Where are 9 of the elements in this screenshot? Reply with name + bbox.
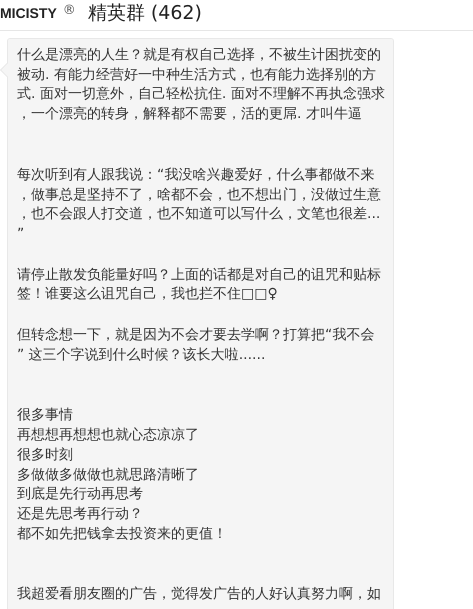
brand-name: MICISTY	[0, 4, 57, 23]
message-paragraph: 什么是漂亮的人生？就是有权自己选择，不被生计困扰变的 被动. 有能力经营好一中种生活方式，也有能力选择别的方 式. 面对一切意外，自己轻松抗住. 面对不理解不再执念强求 ，一个漂亮的转身，解释都不需要，活的更屌. 才叫牛逼	[17, 46, 386, 124]
message-paragraph: 但转念想一下，就是因为不会才要去学啊？打算把“我不会 ” 这三个字说到什么时候？该长大啦......	[17, 326, 376, 365]
message-paragraph: 我超爱看朋友圈的广告，觉得发广告的人好认真努力啊，如	[17, 585, 382, 604]
registered-mark: ®	[62, 2, 76, 20]
message-paragraph: 请停止散发负能量好吗？上面的话都是对自己的诅咒和贴标 签！谁要这么诅咒自己，我也拦不住□□♀	[17, 266, 382, 304]
message-paragraph: 很多事情 再想想再想想也就心态凉凉了 很多时刻 多做做多做做也就思路清晰了 到底是先行动再思考 还是先思考再行动？ 都不如先把钱拿去投资来的更值！	[17, 406, 228, 544]
message-paragraph: 每次听到有人跟我说：“我没啥兴趣爱好，什么事都做不来 ，做事总是坚持不了，啥都不会，也不想出门，没做过生意 ，也不会跟人打交道，也不知道可以写什么，文笔也很差... ”	[17, 166, 382, 244]
group-title: 精英群 (462)	[88, 1, 202, 26]
